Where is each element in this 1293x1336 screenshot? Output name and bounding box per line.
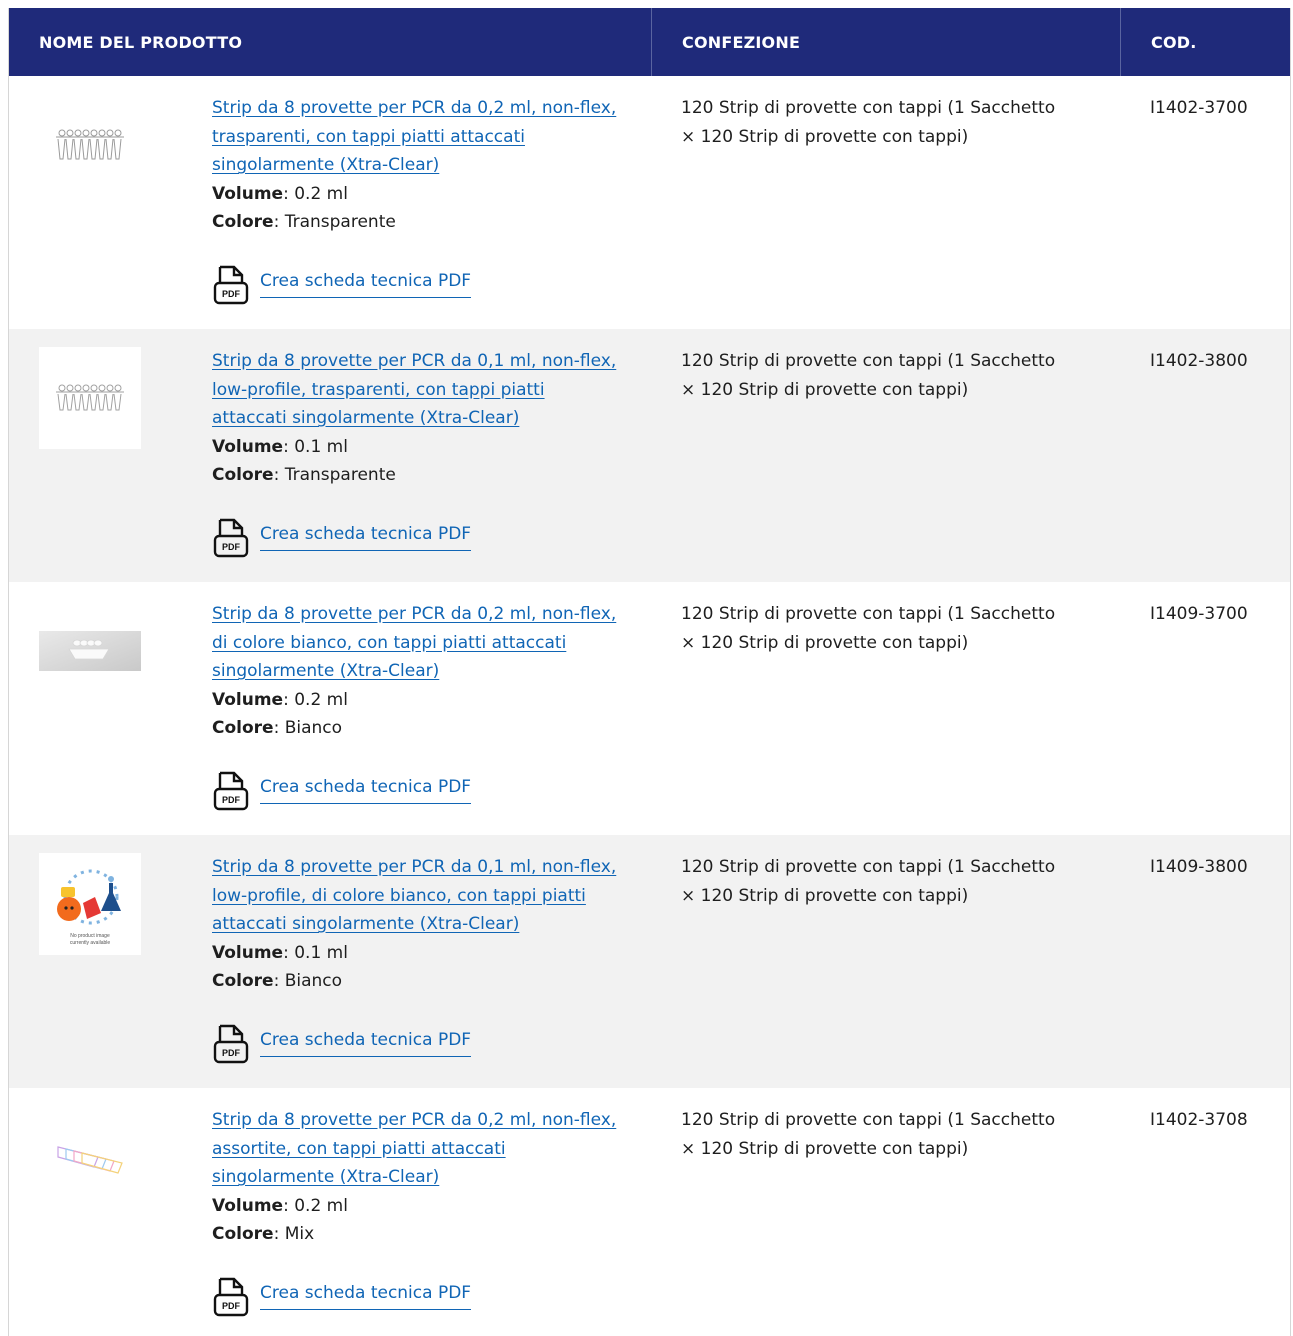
product-title-link[interactable]: Strip da 8 provette per PCR da 0,1 ml, n… [212, 347, 622, 433]
product-thumbnail[interactable] [39, 600, 141, 702]
pdf-datasheet: PDF Crea scheda tecnica PDF [212, 1277, 472, 1317]
create-pdf-link[interactable]: Crea scheda tecnica PDF [260, 524, 472, 551]
table-row: No product image currently available Str… [9, 835, 1290, 1088]
pdf-icon[interactable]: PDF [212, 771, 250, 811]
product-title-link[interactable]: Strip da 8 provette per PCR da 0,2 ml, n… [212, 94, 622, 180]
table-row: Strip da 8 provette per PCR da 0,1 ml, n… [9, 329, 1290, 582]
product-title-link[interactable]: Strip da 8 provette per PCR da 0,2 ml, n… [212, 600, 622, 686]
package-info: 120 Strip di provette con tappi (1 Sacch… [681, 604, 1056, 653]
product-code: I1402-3700 [1150, 98, 1248, 118]
product-thumbnail[interactable] [39, 347, 141, 449]
product-info: Strip da 8 provette per PCR da 0,2 ml, n… [212, 94, 622, 237]
create-pdf-link[interactable]: Crea scheda tecnica PDF [260, 1030, 472, 1057]
volume-label: Volume [212, 689, 284, 710]
no-image-placeholder-icon: No product image currently available [57, 869, 121, 946]
product-info: Strip da 8 provette per PCR da 0,2 ml, n… [212, 1106, 622, 1249]
volume-label: Volume [212, 183, 284, 204]
product-volume: Volume: 0.2 ml [212, 1192, 622, 1221]
volume-value: : 0.1 ml [283, 436, 348, 457]
product-code: I1402-3800 [1150, 351, 1248, 371]
package-info: 120 Strip di provette con tappi (1 Sacch… [681, 98, 1056, 147]
color-value: : Mix [273, 1224, 315, 1244]
product-code: I1409-3800 [1150, 857, 1248, 877]
package-info: 120 Strip di provette con tappi (1 Sacch… [681, 857, 1056, 906]
product-info: Strip da 8 provette per PCR da 0,2 ml, n… [212, 600, 622, 743]
product-color: Colore: Mix [212, 1220, 622, 1249]
create-pdf-link[interactable]: Crea scheda tecnica PDF [260, 1283, 472, 1310]
product-title-link[interactable]: Strip da 8 provette per PCR da 0,2 ml, n… [212, 1106, 622, 1192]
product-color: Colore: Transparente [212, 208, 622, 237]
package-info: 120 Strip di provette con tappi (1 Sacch… [681, 1110, 1056, 1159]
product-table: NOME DEL PRODOTTO CONFEZIONE COD. Strip … [8, 8, 1291, 1336]
product-code: I1402-3708 [1150, 1110, 1248, 1130]
svg-text:PDF: PDF [222, 289, 241, 299]
volume-label: Volume [212, 942, 284, 963]
pdf-datasheet: PDF Crea scheda tecnica PDF [212, 1024, 472, 1064]
pdf-datasheet: PDF Crea scheda tecnica PDF [212, 265, 472, 305]
no-image-text: No product image [70, 933, 110, 939]
product-thumbnail[interactable] [39, 94, 141, 196]
pdf-datasheet: PDF Crea scheda tecnica PDF [212, 771, 472, 811]
color-value: : Transparente [273, 212, 396, 232]
assorted-color-tube-strips-icon [57, 1146, 123, 1174]
volume-label: Volume [212, 436, 284, 457]
volume-value: : 0.2 ml [283, 1195, 348, 1216]
package-info: 120 Strip di provette con tappi (1 Sacch… [681, 351, 1056, 400]
product-title-link[interactable]: Strip da 8 provette per PCR da 0,1 ml, n… [212, 853, 622, 939]
color-label: Colore [212, 465, 274, 485]
product-color: Colore: Bianco [212, 967, 622, 996]
product-info: Strip da 8 provette per PCR da 0,1 ml, n… [212, 347, 622, 490]
create-pdf-link[interactable]: Crea scheda tecnica PDF [260, 777, 472, 804]
svg-text:PDF: PDF [222, 1048, 241, 1058]
color-label: Colore [212, 212, 274, 232]
svg-text:PDF: PDF [222, 1301, 241, 1311]
product-thumbnail[interactable]: No product image currently available [39, 853, 141, 955]
pdf-datasheet: PDF Crea scheda tecnica PDF [212, 518, 472, 558]
pdf-icon[interactable]: PDF [212, 518, 250, 558]
clear-tube-strip-icon [56, 384, 124, 411]
header-package[interactable]: CONFEZIONE [651, 8, 1120, 76]
color-label: Colore [212, 971, 274, 991]
header-code[interactable]: COD. [1120, 8, 1290, 76]
volume-value: : 0.2 ml [283, 689, 348, 710]
product-volume: Volume: 0.2 ml [212, 180, 622, 209]
color-value: : Bianco [273, 971, 343, 991]
product-color: Colore: Bianco [212, 714, 622, 743]
volume-value: : 0.1 ml [283, 942, 348, 963]
white-tube-strip-photo-icon [39, 631, 141, 671]
product-thumbnail[interactable] [39, 1106, 141, 1208]
product-color: Colore: Transparente [212, 461, 622, 490]
table-header: NOME DEL PRODOTTO CONFEZIONE COD. [9, 8, 1290, 76]
svg-text:PDF: PDF [222, 542, 241, 552]
color-label: Colore [212, 1224, 274, 1244]
clear-tube-strip-icon [56, 129, 124, 160]
product-volume: Volume: 0.2 ml [212, 686, 622, 715]
color-label: Colore [212, 718, 274, 738]
table-row: Strip da 8 provette per PCR da 0,2 ml, n… [9, 76, 1290, 329]
pdf-icon[interactable]: PDF [212, 1277, 250, 1317]
product-code: I1409-3700 [1150, 604, 1248, 624]
volume-label: Volume [212, 1195, 284, 1216]
no-image-text: currently available [70, 940, 111, 946]
create-pdf-link[interactable]: Crea scheda tecnica PDF [260, 271, 472, 298]
volume-value: : 0.2 ml [283, 183, 348, 204]
pdf-icon[interactable]: PDF [212, 1024, 250, 1064]
table-row: Strip da 8 provette per PCR da 0,2 ml, n… [9, 582, 1290, 835]
product-info: Strip da 8 provette per PCR da 0,1 ml, n… [212, 853, 622, 996]
pdf-icon[interactable]: PDF [212, 265, 250, 305]
table-row: Strip da 8 provette per PCR da 0,2 ml, n… [9, 1088, 1290, 1336]
color-value: : Bianco [273, 718, 343, 738]
product-volume: Volume: 0.1 ml [212, 939, 622, 968]
color-value: : Transparente [273, 465, 396, 485]
product-volume: Volume: 0.1 ml [212, 433, 622, 462]
header-product[interactable]: NOME DEL PRODOTTO [9, 8, 651, 76]
svg-text:PDF: PDF [222, 795, 241, 805]
